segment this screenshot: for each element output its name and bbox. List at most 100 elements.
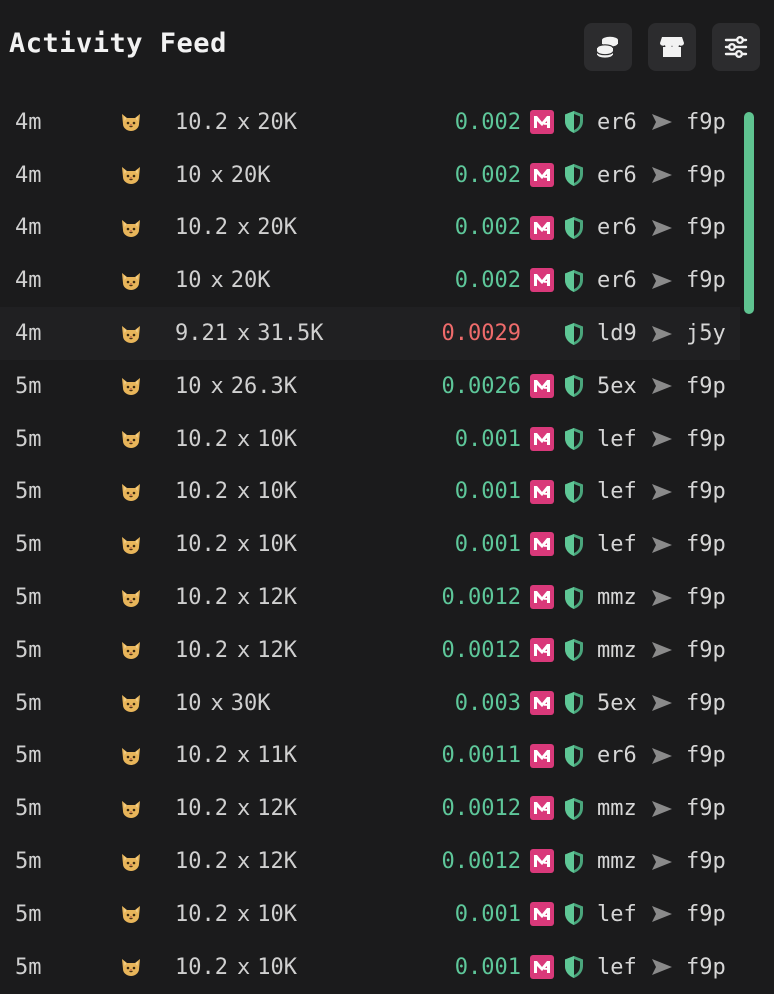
coins-icon: [596, 36, 619, 59]
crescent-moon-icon: [80, 307, 94, 360]
row-to-wallet[interactable]: f9p: [686, 677, 726, 730]
times-sign: x: [236, 215, 251, 241]
row-from-wallet[interactable]: lef: [597, 413, 637, 466]
table-row[interactable]: 5m 10.2 x 10K 0.001 lef f9p: [0, 888, 740, 941]
row-amount: 0.0011: [441, 743, 521, 769]
row-qty: 20K: [230, 162, 271, 188]
row-from-wallet[interactable]: er6: [597, 254, 637, 307]
row-trade: 10.2 x 12K: [175, 782, 297, 835]
arrow-right-icon: [650, 730, 674, 783]
table-row[interactable]: 5m 10.2 x 10K 0.001 lef f9p: [0, 413, 740, 466]
scrollbar-thumb[interactable]: [744, 112, 754, 314]
row-to-wallet[interactable]: f9p: [686, 202, 726, 255]
row-trade: 10.2 x 10K: [175, 413, 297, 466]
row-from-wallet[interactable]: er6: [597, 96, 637, 149]
table-row[interactable]: 5m 10.2 x 10K 0.001 lef f9p: [0, 941, 740, 994]
row-amount: 0.0012: [441, 796, 521, 822]
row-from-wallet[interactable]: lef: [597, 888, 637, 941]
arrow-right-icon: [650, 677, 674, 730]
shield-icon: [562, 888, 586, 941]
shield-icon: [562, 96, 586, 149]
crescent-moon-icon: [80, 413, 94, 466]
row-to-wallet[interactable]: f9p: [686, 96, 726, 149]
table-row[interactable]: 4m 10.2 x 20K 0.002 er6 f9p: [0, 96, 740, 149]
table-row[interactable]: 5m 10 x 26.3K 0.0026 5ex f9p: [0, 360, 740, 413]
row-from-wallet[interactable]: lef: [597, 466, 637, 519]
row-from-wallet[interactable]: 5ex: [597, 360, 637, 413]
cat-face-icon: [120, 677, 142, 730]
cat-face-icon: [120, 96, 142, 149]
row-to-wallet[interactable]: f9p: [686, 413, 726, 466]
row-to-wallet[interactable]: f9p: [686, 360, 726, 413]
table-row[interactable]: 5m 10.2 x 10K 0.001 lef f9p: [0, 466, 740, 519]
row-to-wallet[interactable]: f9p: [686, 888, 726, 941]
table-row[interactable]: 5m 10.2 x 12K 0.0012 mmz f9p: [0, 624, 740, 677]
row-time: 4m: [15, 215, 42, 241]
row-time: 5m: [15, 637, 42, 663]
row-to-wallet[interactable]: f9p: [686, 624, 726, 677]
m-badge-icon: [530, 215, 554, 240]
table-row[interactable]: 4m 10 x 20K 0.002 er6 f9p: [0, 149, 740, 202]
row-time: 5m: [15, 743, 42, 769]
row-trade: 10.2 x 10K: [175, 941, 297, 994]
table-row[interactable]: 5m 10.2 x 10K 0.001 lef f9p: [0, 518, 740, 571]
row-to-wallet[interactable]: f9p: [686, 518, 726, 571]
row-from-wallet[interactable]: 5ex: [597, 677, 637, 730]
table-row[interactable]: 5m 10.2 x 12K 0.0012 mmz f9p: [0, 835, 740, 888]
row-from-wallet[interactable]: er6: [597, 202, 637, 255]
row-from-wallet[interactable]: ld9: [597, 307, 637, 360]
table-row[interactable]: 4m 10 x 20K 0.002 er6 f9p: [0, 254, 740, 307]
row-time: 5m: [15, 479, 42, 505]
times-sign: x: [236, 479, 251, 505]
row-to-wallet[interactable]: f9p: [686, 730, 726, 783]
table-row[interactable]: 5m 10 x 30K 0.003 5ex f9p: [0, 677, 740, 730]
row-to-wallet[interactable]: f9p: [686, 466, 726, 519]
m-badge-icon: [530, 585, 554, 610]
row-price: 10.2: [175, 849, 228, 875]
row-from-wallet[interactable]: lef: [597, 518, 637, 571]
row-from-wallet[interactable]: mmz: [597, 835, 637, 888]
filter-settings-button[interactable]: [712, 23, 760, 71]
table-row[interactable]: 5m 10.2 x 11K 0.0011 er6 f9p: [0, 730, 740, 783]
row-from-wallet[interactable]: mmz: [597, 782, 637, 835]
cat-face-icon: [120, 941, 142, 994]
page-title: Activity Feed: [9, 28, 227, 59]
row-qty: 10K: [257, 426, 297, 452]
times-sign: x: [236, 901, 251, 927]
row-from-wallet[interactable]: lef: [597, 941, 637, 994]
row-trade: 10.2 x 12K: [175, 571, 297, 624]
row-to-wallet[interactable]: f9p: [686, 941, 726, 994]
crescent-moon-icon: [80, 571, 94, 624]
row-qty: 31.5K: [257, 321, 324, 347]
table-row[interactable]: 5m 10.2 x 12K 0.0012 mmz f9p: [0, 571, 740, 624]
row-trade: 10 x 20K: [175, 254, 271, 307]
cat-face-icon: [120, 149, 142, 202]
row-from-wallet[interactable]: mmz: [597, 571, 637, 624]
row-price: 10: [175, 268, 202, 294]
row-from-wallet[interactable]: er6: [597, 149, 637, 202]
row-price: 10.2: [175, 426, 228, 452]
row-qty: 20K: [257, 215, 297, 241]
shield-icon: [562, 677, 586, 730]
times-sign: x: [210, 162, 224, 188]
m-badge-icon: [530, 954, 554, 979]
table-row[interactable]: 4m 10.2 x 20K 0.002 er6 f9p: [0, 202, 740, 255]
table-row[interactable]: 4m 9.21 x 31.5K 0.0029 ld9 j5y: [0, 307, 740, 360]
row-from-wallet[interactable]: er6: [597, 730, 637, 783]
row-to-wallet[interactable]: f9p: [686, 254, 726, 307]
store-button[interactable]: [648, 23, 696, 71]
arrow-right-icon: [650, 413, 674, 466]
row-from-wallet[interactable]: mmz: [597, 624, 637, 677]
row-to-wallet[interactable]: f9p: [686, 835, 726, 888]
cat-face-icon: [120, 835, 142, 888]
m-badge-icon: [530, 637, 554, 662]
row-to-wallet[interactable]: f9p: [686, 782, 726, 835]
m-badge-icon: [530, 426, 554, 451]
m-badge-icon: [530, 110, 554, 134]
coins-button[interactable]: [584, 23, 632, 71]
row-to-wallet[interactable]: j5y: [686, 307, 726, 360]
row-amount: 0.0012: [441, 849, 521, 875]
table-row[interactable]: 5m 10.2 x 12K 0.0012 mmz f9p: [0, 782, 740, 835]
row-to-wallet[interactable]: f9p: [686, 571, 726, 624]
row-to-wallet[interactable]: f9p: [686, 149, 726, 202]
